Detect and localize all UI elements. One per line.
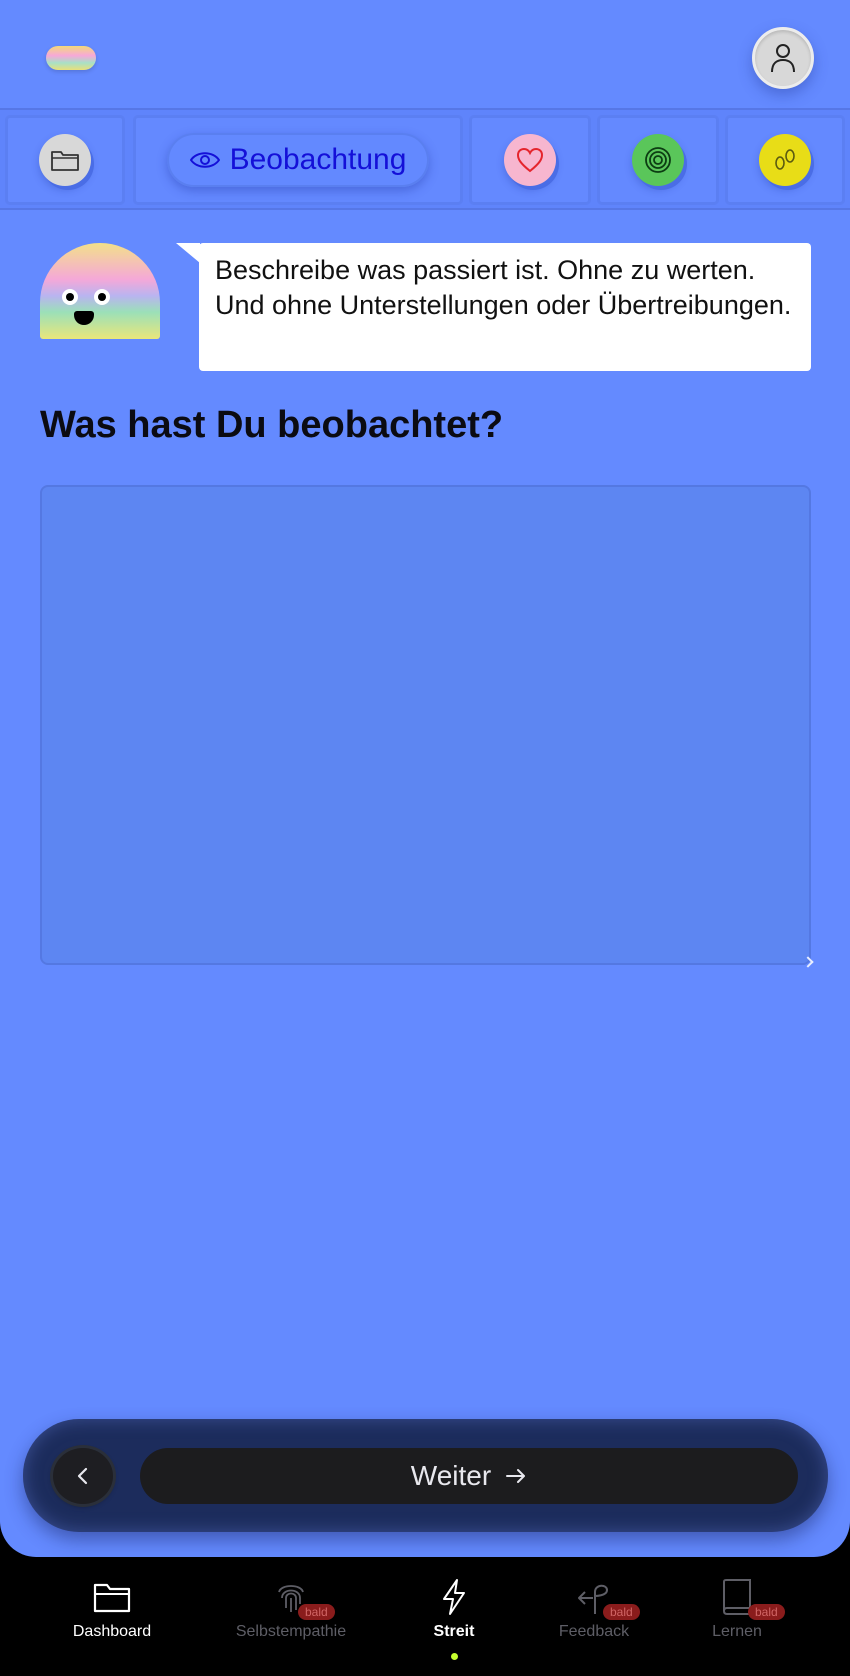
tab-dashboard-icon-wrap <box>37 1577 187 1617</box>
step-folder-circle <box>39 134 91 186</box>
tab-streit-icon-wrap <box>379 1577 529 1617</box>
mascot-left-eye <box>62 289 78 305</box>
bottom-action-panel: Weiter <box>23 1419 828 1532</box>
step-heart[interactable] <box>470 116 590 204</box>
back-button[interactable] <box>53 1448 113 1504</box>
app-screen: Beobachtung Beschreibe was passiert ist.… <box>0 0 850 1557</box>
eye-icon <box>189 152 220 168</box>
tab-streit[interactable]: Streit <box>379 1577 529 1657</box>
tab-selbstempathie-icon-wrap: bald <box>216 1577 366 1620</box>
step-footsteps-circle <box>759 134 811 186</box>
heart-icon <box>516 147 544 173</box>
user-icon <box>771 44 795 73</box>
mascot-avatar <box>40 243 160 339</box>
arrow-right-icon <box>506 1469 526 1483</box>
bottom-tab-bar: Dashboard bald Selbstempathie Streit bal… <box>0 1557 850 1676</box>
chevron-left-icon <box>77 1467 88 1485</box>
active-tab-indicator <box>451 1653 458 1660</box>
speech-bubble-tail <box>176 243 200 263</box>
tab-dashboard[interactable]: Dashboard <box>37 1577 187 1657</box>
lightning-icon <box>443 1579 465 1615</box>
footsteps-icon <box>775 149 795 170</box>
step-spiral-circle <box>632 134 684 186</box>
spiral-icon <box>645 147 671 173</box>
step-footsteps[interactable] <box>726 116 844 204</box>
observation-input[interactable] <box>40 485 811 965</box>
next-button-label: Weiter <box>410 1460 492 1491</box>
folder-icon <box>93 1583 131 1613</box>
tab-selbstempathie[interactable]: bald Selbstempathie <box>216 1577 366 1657</box>
step-beobachtung-label: Beobachtung <box>229 143 407 176</box>
profile-button[interactable] <box>752 27 814 89</box>
tab-streit-label: Streit <box>433 1623 475 1640</box>
step-spiral[interactable] <box>598 116 718 204</box>
question-heading: Was hast Du beobachtet? <box>40 404 504 446</box>
mascot-right-eye <box>94 289 110 305</box>
folder-icon <box>51 151 79 171</box>
step-heart-circle <box>504 134 556 186</box>
tab-lernen-label: Lernen <box>712 1623 762 1640</box>
tab-feedback-icon-wrap: bald <box>519 1577 669 1620</box>
tab-selbstempathie-label: Selbstempathie <box>235 1623 347 1640</box>
tab-selbstempathie-badge: bald <box>298 1604 335 1620</box>
rainbow-pill-logo <box>46 46 96 70</box>
tab-lernen-badge: bald <box>748 1604 785 1620</box>
step-folder[interactable] <box>6 116 124 204</box>
tab-dashboard-label: Dashboard <box>72 1623 152 1640</box>
tab-feedback[interactable]: bald Feedback <box>519 1577 669 1657</box>
step-beobachtung[interactable]: Beobachtung <box>134 116 462 204</box>
tab-lernen-icon-wrap: bald <box>662 1577 812 1620</box>
hint-text: Beschreibe was passiert ist. Ohne zu wer… <box>215 255 792 320</box>
tab-feedback-badge: bald <box>603 1604 640 1620</box>
next-button[interactable]: Weiter <box>140 1448 798 1504</box>
mascot-mouth <box>74 311 94 325</box>
step-beobachtung-pill: Beobachtung <box>167 133 429 187</box>
hint-speech-bubble: Beschreibe was passiert ist. Ohne zu wer… <box>199 243 811 371</box>
tab-feedback-label: Feedback <box>558 1623 630 1640</box>
tab-lernen[interactable]: bald Lernen <box>662 1577 812 1657</box>
step-navigation: Beobachtung <box>0 108 850 210</box>
